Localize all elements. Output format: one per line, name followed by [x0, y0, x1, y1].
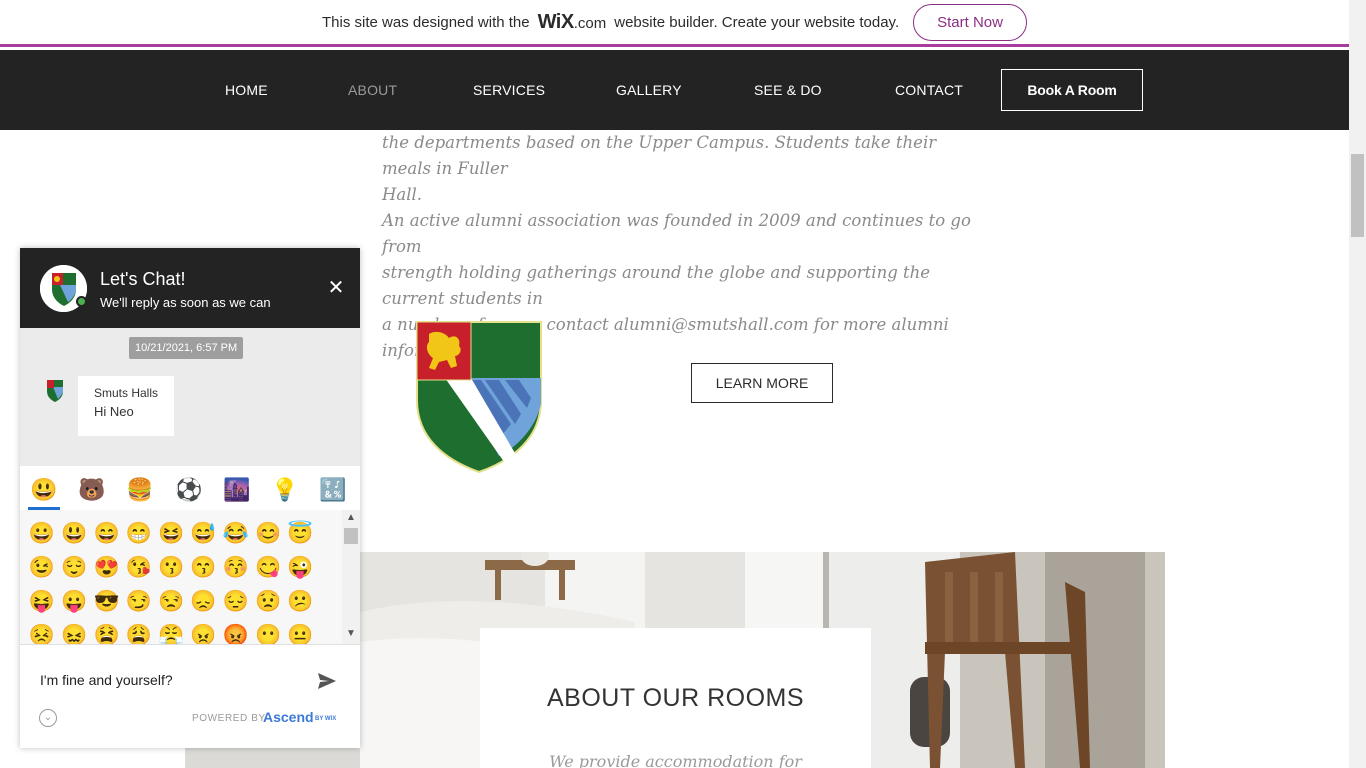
- emoji-item[interactable]: 😐: [286, 622, 314, 644]
- book-a-room-button[interactable]: Book A Room: [1001, 69, 1143, 111]
- emoji-item[interactable]: 😂: [222, 520, 250, 548]
- smuts-hall-crest-image: [416, 321, 542, 474]
- emoji-item[interactable]: 😶: [254, 622, 282, 644]
- nav-item-see-do[interactable]: SEE & DO: [754, 82, 822, 98]
- main-nav: HOME ABOUT SERVICES GALLERY SEE & DO CON…: [0, 50, 1349, 130]
- wix-logo-suffix: .com: [573, 14, 607, 32]
- chat-widget: Let's Chat! We'll reply as soon as we ca…: [20, 248, 360, 748]
- about-rooms-subtitle: We provide accommodation for: [549, 752, 802, 768]
- emoji-tab-objects[interactable]: 💡: [271, 476, 299, 504]
- message-sender: Smuts Halls: [94, 386, 159, 400]
- emoji-item[interactable]: 😇: [286, 520, 314, 548]
- emoji-item[interactable]: 😋: [254, 554, 282, 582]
- emoji-item[interactable]: 😗: [157, 554, 185, 582]
- nav-item-home[interactable]: HOME: [225, 82, 268, 98]
- emoji-tab-smileys[interactable]: 😃: [30, 476, 58, 504]
- emoji-item[interactable]: 😎: [93, 588, 121, 616]
- emoji-item[interactable]: 😉: [28, 554, 56, 582]
- emoji-item[interactable]: 😃: [60, 520, 88, 548]
- emoji-item[interactable]: 😛: [60, 588, 88, 616]
- emoji-item[interactable]: 😌: [60, 554, 88, 582]
- emoji-item[interactable]: 😖: [60, 622, 88, 644]
- chat-message-input[interactable]: [40, 669, 300, 691]
- paragraph-line: strength holding gatherings around the g…: [382, 263, 931, 308]
- emoji-item[interactable]: 😟: [254, 588, 282, 616]
- paragraph-line: the departments based on the Upper Campu…: [382, 133, 937, 178]
- emoji-grid: 😀 😃 😄 😁 😆 😅 😂 😊 😇 😉 😌 😍 😘 😗 😙 😚 😋 😜 😝 😛 😎 😏 😒 😞 😔 😟 😕 😣 😖 😫 😩 😤 😠 😡 😶 😐: [20, 510, 342, 644]
- message-bubble: Smuts Halls Hi Neo: [78, 376, 174, 436]
- page: This site was designed with the WiX.com …: [0, 0, 1366, 768]
- emoji-item[interactable]: 😅: [190, 520, 218, 548]
- emoji-item[interactable]: 😒: [157, 588, 185, 616]
- ascend-logo[interactable]: Ascend: [263, 709, 314, 725]
- emoji-scrollbar-thumb[interactable]: [344, 528, 358, 544]
- nav-item-about[interactable]: ABOUT: [348, 82, 397, 98]
- emoji-item[interactable]: 😔: [222, 588, 250, 616]
- paragraph-line: Hall.: [382, 185, 423, 204]
- emoji-tab-activity[interactable]: ⚽: [175, 476, 203, 504]
- emoji-item[interactable]: 😘: [125, 554, 153, 582]
- emoji-item[interactable]: 😀: [28, 520, 56, 548]
- online-status-dot: [76, 296, 87, 307]
- close-icon[interactable]: ✕: [326, 278, 346, 298]
- about-rooms-card: ABOUT OUR ROOMS We provide accommodation…: [480, 628, 871, 768]
- emoji-item[interactable]: 😍: [93, 554, 121, 582]
- message-text: Hi Neo: [94, 404, 134, 419]
- about-rooms-title: ABOUT OUR ROOMS: [546, 684, 805, 712]
- wix-banner-text-before: This site was designed with the: [322, 13, 530, 31]
- page-scrollbar-thumb[interactable]: [1351, 154, 1364, 237]
- emoji-item[interactable]: 😄: [93, 520, 121, 548]
- nav-item-gallery[interactable]: GALLERY: [616, 82, 682, 98]
- emoji-item[interactable]: 😠: [190, 622, 218, 644]
- emoji-tab-symbols[interactable]: 🔣: [319, 476, 347, 504]
- chat-title: Let's Chat!: [100, 269, 186, 289]
- emoji-item[interactable]: 😙: [190, 554, 218, 582]
- nav-item-contact[interactable]: CONTACT: [895, 82, 963, 98]
- emoji-scrollbar[interactable]: ▲ ▼: [342, 510, 360, 644]
- emoji-item[interactable]: 😡: [222, 622, 250, 644]
- chat-header: Let's Chat! We'll reply as soon as we ca…: [20, 248, 360, 328]
- emoji-item[interactable]: 😆: [157, 520, 185, 548]
- emoji-item[interactable]: 😩: [125, 622, 153, 644]
- emoji-item[interactable]: 😏: [125, 588, 153, 616]
- wix-banner-text-after: website builder. Create your website tod…: [614, 13, 900, 31]
- emoji-item[interactable]: 😤: [157, 622, 185, 644]
- about-paragraph-1: the departments based on the Upper Campu…: [382, 130, 972, 208]
- emoji-item[interactable]: 😝: [28, 588, 56, 616]
- start-now-button[interactable]: Start Now: [913, 3, 1027, 41]
- send-icon[interactable]: [317, 671, 337, 691]
- emoji-item[interactable]: 😊: [254, 520, 282, 548]
- sender-avatar-icon: [47, 380, 63, 402]
- paragraph-line: An active alumni association was founded…: [382, 211, 971, 256]
- emoji-item[interactable]: 😕: [286, 588, 314, 616]
- emoji-tab-animals[interactable]: 🐻: [78, 476, 106, 504]
- emoji-tab-food[interactable]: 🍔: [126, 476, 154, 504]
- emoji-item[interactable]: 😣: [28, 622, 56, 644]
- powered-by-label: POWERED BY: [192, 713, 266, 724]
- emoji-item[interactable]: 😁: [125, 520, 153, 548]
- wix-banner: This site was designed with the WiX.com …: [0, 0, 1349, 47]
- scroll-down-icon[interactable]: ▼: [346, 628, 356, 639]
- chat-subtitle: We'll reply as soon as we can: [100, 295, 271, 310]
- emoji-category-tabs: 😃 🐻 🍔 ⚽ 🌆 💡 🔣: [20, 466, 360, 510]
- learn-more-button[interactable]: LEARN MORE: [691, 363, 833, 403]
- nav-item-services[interactable]: SERVICES: [473, 82, 545, 98]
- ascend-logo-suffix: BY WIX: [315, 716, 337, 722]
- message-timestamp: 10/21/2021, 6:57 PM: [129, 337, 244, 359]
- chevron-down-icon[interactable]: ⌄: [39, 709, 57, 727]
- emoji-item[interactable]: 😫: [93, 622, 121, 644]
- emoji-tab-travel[interactable]: 🌆: [223, 476, 251, 504]
- emoji-item[interactable]: 😚: [222, 554, 250, 582]
- chat-messages: 10/21/2021, 6:57 PM Smuts Halls Hi Neo: [20, 328, 360, 466]
- page-scrollbar[interactable]: [1349, 0, 1366, 768]
- wix-logo: WiX.com: [538, 11, 607, 34]
- emoji-item[interactable]: 😞: [190, 588, 218, 616]
- scroll-up-icon[interactable]: ▲: [346, 512, 356, 523]
- wix-logo-text: WiX: [537, 10, 575, 33]
- chat-input-area: ⌄ POWERED BY Ascend BY WIX: [20, 644, 360, 748]
- emoji-item[interactable]: 😜: [286, 554, 314, 582]
